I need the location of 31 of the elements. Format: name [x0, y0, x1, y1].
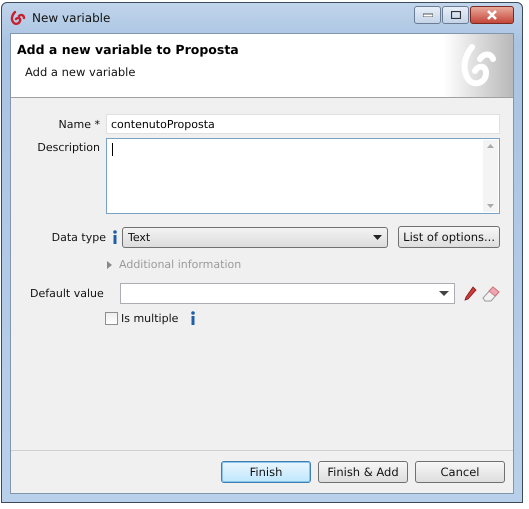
list-of-options-button[interactable]: List of options... [398, 226, 500, 248]
minimize-icon [422, 13, 432, 17]
close-icon [486, 10, 498, 20]
expand-arrow-icon [107, 260, 113, 268]
maximize-icon [450, 11, 460, 19]
dialog-heading: Add a new variable to Proposta [17, 42, 240, 57]
description-field[interactable] [106, 138, 500, 214]
checkbox[interactable] [105, 312, 118, 324]
dropdown-arrow-icon [373, 234, 382, 240]
pencil-icon[interactable] [463, 286, 477, 302]
data-type-dropdown[interactable]: Text [122, 226, 388, 248]
dialog-button[interactable]: Cancel [415, 461, 505, 483]
info-icon[interactable] [190, 311, 196, 325]
dropdown-arrow-icon[interactable] [439, 291, 449, 296]
maximize-button[interactable] [442, 6, 469, 24]
window-title: New variable [32, 11, 110, 25]
default-value-label: Default value [29, 287, 105, 300]
minimize-button[interactable] [414, 6, 441, 24]
default-value-field[interactable] [120, 283, 455, 304]
dialog-button[interactable]: Finish & Add [318, 461, 408, 483]
name-field[interactable]: contenutoProposta [106, 114, 500, 134]
dialog-subheading: Add a new variable [25, 65, 136, 79]
description-label: Description [36, 140, 100, 154]
info-icon[interactable] [112, 230, 118, 244]
eraser-icon[interactable] [482, 286, 500, 302]
is-multiple-checkbox[interactable]: Is multiple [105, 312, 178, 324]
close-button[interactable] [470, 6, 514, 24]
dialog-button[interactable]: Finish [221, 461, 311, 483]
name-label: Name * [58, 118, 100, 130]
data-type-label: Data type [50, 230, 106, 244]
app-logo-icon [10, 10, 26, 26]
